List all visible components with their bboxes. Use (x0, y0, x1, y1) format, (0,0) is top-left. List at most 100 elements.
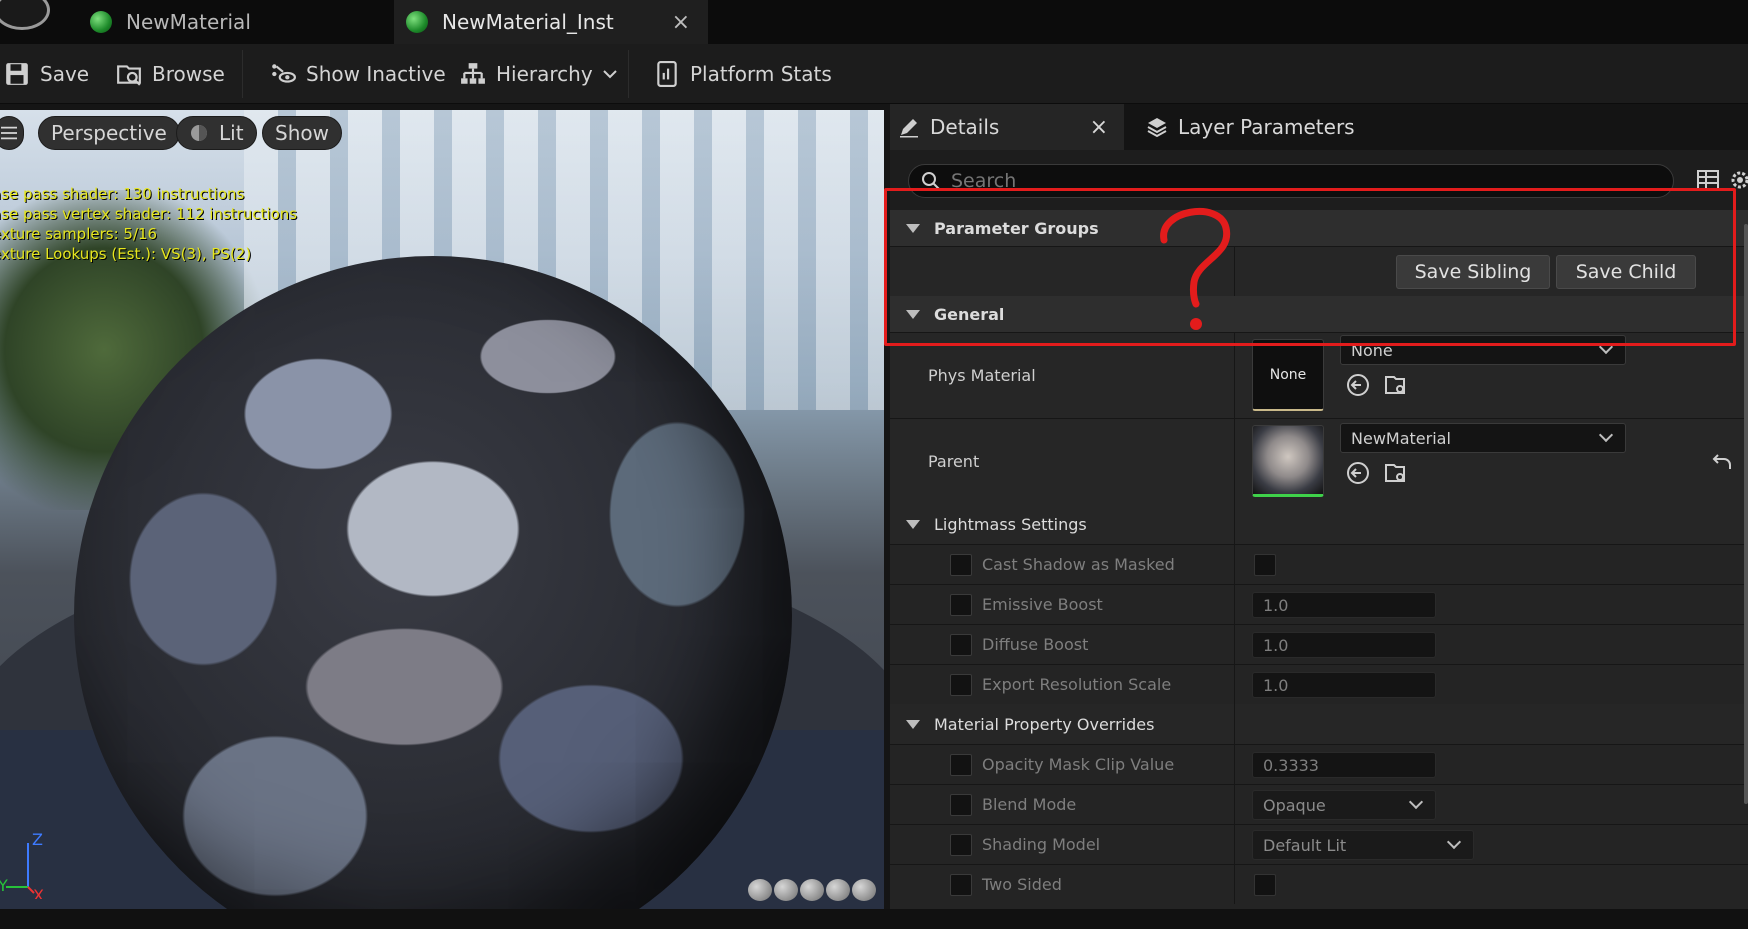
tab-label: NewMaterial (126, 10, 251, 34)
custom-mesh-preview-icon[interactable] (852, 879, 876, 901)
hierarchy-icon (461, 63, 485, 84)
override-checkbox[interactable] (950, 833, 972, 856)
blend-mode-value: Opaque (1263, 795, 1326, 815)
stat-line: ase pass vertex shader: 112 instructions (0, 205, 298, 223)
column-splitter[interactable] (1234, 504, 1235, 544)
diffuse-boost-value: 1.0 (1263, 635, 1289, 655)
lit-button[interactable]: Lit (176, 116, 257, 150)
save-button[interactable]: Save (4, 58, 89, 90)
cast-shadow-row: Cast Shadow as Masked (890, 544, 1748, 584)
blend-mode-dropdown[interactable]: Opaque (1252, 790, 1436, 820)
tab-layer-parameters[interactable]: Layer Parameters (1138, 104, 1355, 150)
override-checkbox[interactable] (950, 633, 972, 656)
annotation-highlight-box (884, 188, 1736, 346)
pencil-icon (900, 119, 918, 138)
browse-button[interactable]: Browse (116, 58, 225, 90)
override-checkbox[interactable] (950, 673, 972, 696)
close-icon[interactable]: × (1090, 115, 1108, 140)
material-preview-viewport[interactable]: Perspective Lit Show ase pass shader: 13… (0, 110, 884, 909)
lit-label: Lit (219, 121, 244, 145)
browse-asset-icon[interactable] (1384, 461, 1408, 485)
override-checkbox[interactable] (950, 793, 972, 816)
export-resolution-field[interactable]: 1.0 (1252, 672, 1436, 698)
show-inactive-button[interactable]: Show Inactive (270, 58, 446, 90)
plane-preview-icon[interactable] (800, 879, 824, 901)
override-checkbox[interactable] (950, 593, 972, 616)
show-inactive-label: Show Inactive (306, 62, 446, 86)
phys-material-label: Phys Material (928, 366, 1036, 385)
column-splitter[interactable] (1234, 825, 1235, 864)
axis-z-label: Z (32, 830, 43, 849)
column-splitter[interactable] (1234, 419, 1235, 504)
category-lightmass-settings[interactable]: Lightmass Settings (890, 504, 1748, 544)
category-label: Lightmass Settings (934, 514, 1087, 534)
collapse-arrow-icon[interactable] (906, 719, 920, 729)
cylinder-preview-icon[interactable] (748, 879, 772, 901)
browse-asset-icon[interactable] (1384, 373, 1408, 397)
two-sided-label: Two Sided (982, 875, 1062, 894)
tab-details[interactable]: Details × (890, 104, 1124, 150)
shader-stats: ase pass shader: 130 instructions ase pa… (0, 184, 297, 264)
hierarchy-dropdown[interactable]: Hierarchy (460, 58, 619, 90)
editor-window: NewMaterial NewMaterial_Inst × Save Brow… (0, 0, 1748, 929)
thumbnail-label: None (1269, 366, 1307, 383)
cube-preview-icon[interactable] (826, 879, 850, 901)
layers-icon (1147, 118, 1167, 138)
browse-label: Browse (152, 62, 225, 86)
collapse-arrow-icon[interactable] (906, 519, 920, 529)
column-splitter[interactable] (1234, 585, 1235, 624)
diffuse-boost-label: Diffuse Boost (982, 635, 1089, 654)
parent-combo[interactable]: NewMaterial (1340, 423, 1626, 453)
preview-shape-bar (748, 879, 876, 901)
show-button[interactable]: Show (262, 116, 342, 150)
tab-newmaterial[interactable]: NewMaterial (74, 0, 392, 44)
column-splitter[interactable] (1234, 625, 1235, 664)
cast-shadow-checkbox[interactable] (1254, 554, 1276, 576)
close-icon[interactable]: × (672, 10, 690, 35)
diffuse-boost-row: Diffuse Boost 1.0 (890, 624, 1748, 664)
diffuse-boost-field[interactable]: 1.0 (1252, 632, 1436, 658)
use-selected-asset-icon[interactable] (1346, 373, 1370, 397)
chevron-down-icon (1598, 427, 1614, 443)
sphere-preview-icon[interactable] (774, 879, 798, 901)
save-icon (6, 63, 28, 85)
details-scrollbar[interactable] (1744, 224, 1748, 804)
opacity-mask-label: Opacity Mask Clip Value (982, 755, 1175, 774)
override-checkbox[interactable] (950, 553, 972, 576)
parent-material-thumbnail[interactable] (1252, 425, 1324, 497)
layer-parameters-tab-label: Layer Parameters (1178, 115, 1355, 139)
override-checkbox[interactable] (950, 753, 972, 776)
hamburger-icon (1, 126, 17, 140)
two-sided-row: Two Sided (890, 864, 1748, 904)
shading-model-value: Default Lit (1263, 835, 1347, 855)
axis-gizmo: Z Y X (0, 830, 44, 899)
blend-mode-row: Blend Mode Opaque (890, 784, 1748, 824)
override-checkbox[interactable] (950, 873, 972, 896)
chevron-down-icon (1446, 834, 1462, 850)
stat-line: exture Lookups (Est.): VS(3), PS(2) (0, 245, 252, 263)
show-label: Show (275, 121, 329, 145)
column-splitter[interactable] (1234, 704, 1235, 744)
perspective-button[interactable]: Perspective (38, 116, 180, 150)
category-label: Material Property Overrides (934, 714, 1155, 734)
two-sided-checkbox[interactable] (1254, 874, 1276, 896)
axis-x-label: X (33, 886, 44, 899)
emissive-boost-field[interactable]: 1.0 (1252, 592, 1436, 618)
platform-stats-button[interactable]: Platform Stats (654, 58, 832, 90)
category-material-property-overrides[interactable]: Material Property Overrides (890, 704, 1748, 744)
column-splitter[interactable] (1234, 865, 1235, 904)
unreal-logo-icon[interactable] (0, 0, 50, 30)
reset-to-default-icon[interactable] (1710, 451, 1734, 475)
phys-material-thumbnail[interactable]: None (1252, 339, 1324, 411)
column-splitter[interactable] (1234, 785, 1235, 824)
opacity-mask-field[interactable]: 0.3333 (1252, 752, 1436, 778)
save-label: Save (40, 62, 90, 86)
shading-model-dropdown[interactable]: Default Lit (1252, 830, 1474, 860)
column-splitter[interactable] (1234, 545, 1235, 584)
use-selected-asset-icon[interactable] (1346, 461, 1370, 485)
emissive-boost-row: Emissive Boost 1.0 (890, 584, 1748, 624)
column-splitter[interactable] (1234, 665, 1235, 704)
tab-newmaterial-inst[interactable]: NewMaterial_Inst × (394, 0, 708, 44)
column-splitter[interactable] (1234, 745, 1235, 784)
viewport-menu-button[interactable] (0, 116, 24, 150)
